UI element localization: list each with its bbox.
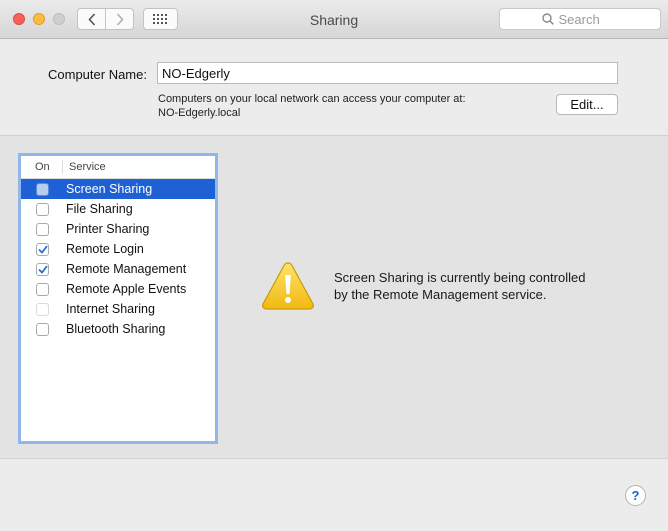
search-input[interactable] (558, 11, 619, 27)
service-label: Remote Management (66, 262, 187, 276)
service-row[interactable]: Remote Login (21, 239, 215, 259)
computer-name-label: Computer Name: (48, 67, 147, 82)
sharing-main-section: On Service Screen Sharing File Sharing Pri… (0, 136, 668, 459)
service-row[interactable]: Remote Management (21, 259, 215, 279)
network-address: NO-Edgerly.local (158, 107, 241, 119)
status-message: Screen Sharing is currently being contro… (334, 269, 634, 303)
edit-button[interactable]: Edit... (556, 94, 618, 115)
network-address-description: Computers on your local network can acce… (158, 93, 466, 105)
service-rows: Screen Sharing File Sharing Printer Sharin… (21, 179, 215, 339)
service-checkbox[interactable] (36, 282, 49, 296)
search-icon (541, 13, 554, 25)
status-message-line1: Screen Sharing is currently being contro… (334, 270, 586, 285)
status-message-line2: by the Remote Management service. (334, 287, 547, 302)
service-checkbox[interactable] (36, 202, 49, 216)
network-address-note: Computers on your local network can acce… (158, 92, 466, 120)
service-list-header: On Service (21, 156, 215, 179)
service-checkbox (36, 302, 49, 316)
service-row[interactable]: File Sharing (21, 199, 215, 219)
service-label: Internet Sharing (66, 302, 155, 316)
service-label: Printer Sharing (66, 222, 150, 236)
service-label: Remote Apple Events (66, 282, 187, 296)
help-button[interactable]: ? (625, 485, 646, 506)
service-label: Bluetooth Sharing (66, 322, 166, 336)
computer-name-section: Computer Name: Computers on your local n… (0, 39, 668, 136)
service-row[interactable]: Internet Sharing (21, 299, 215, 319)
service-list[interactable]: On Service Screen Sharing File Sharing Pri… (18, 153, 218, 444)
search-field[interactable] (499, 8, 661, 30)
service-row[interactable]: Remote Apple Events (21, 279, 215, 299)
title-bar: Sharing (0, 0, 668, 39)
column-header-on[interactable]: On (21, 160, 63, 174)
service-checkbox[interactable] (36, 322, 49, 336)
service-label: Remote Login (66, 242, 144, 256)
service-label: File Sharing (66, 202, 133, 216)
service-row[interactable]: Printer Sharing (21, 219, 215, 239)
computer-name-field[interactable] (157, 62, 618, 84)
service-label: Screen Sharing (66, 182, 153, 196)
checkmark-icon (37, 264, 48, 274)
column-header-service[interactable]: Service (63, 161, 106, 173)
service-row[interactable]: Bluetooth Sharing (21, 319, 215, 339)
service-checkbox[interactable] (36, 222, 49, 236)
service-checkbox[interactable] (36, 242, 49, 256)
service-checkbox[interactable] (36, 182, 49, 196)
service-checkbox[interactable] (36, 262, 49, 276)
service-row[interactable]: Screen Sharing (21, 179, 215, 199)
warning-icon (262, 262, 314, 310)
checkmark-icon (37, 244, 48, 254)
